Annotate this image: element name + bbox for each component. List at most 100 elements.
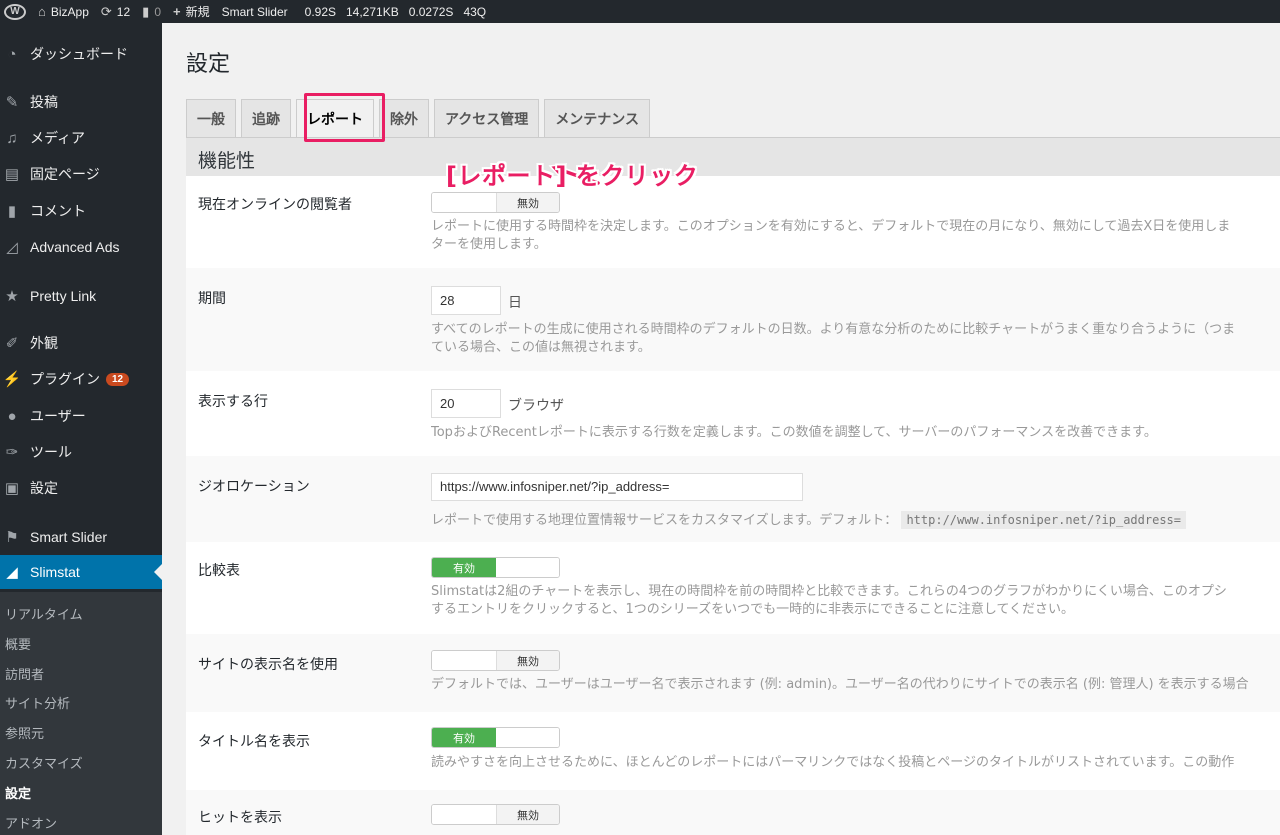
tab-general[interactable]: 一般 xyxy=(186,99,236,137)
tab-access-control[interactable]: アクセス管理 xyxy=(434,99,540,137)
sidebar-item-posts[interactable]: ✎ 投稿 xyxy=(0,85,162,119)
sidebar-item-label: 設定 xyxy=(30,480,58,496)
tab-maintenance[interactable]: メンテナンス xyxy=(544,99,651,137)
tab-exclusions[interactable]: 除外 xyxy=(379,99,429,137)
desc-line: ターを使用します。 xyxy=(431,237,547,252)
sidebar-item-label: ユーザー xyxy=(30,408,86,424)
sidebar-item-slimstat[interactable]: ◢ Slimstat xyxy=(0,555,162,589)
site-display-name-toggle[interactable]: 無効 xyxy=(431,650,560,671)
updates-link[interactable]: ⟳ 12 xyxy=(95,0,136,23)
sidebar-item-label: Slimstat xyxy=(30,564,80,580)
sidebar-item-appearance[interactable]: ✐ 外観 xyxy=(0,326,162,360)
stat-query-time: 0.0272s xyxy=(408,4,454,19)
plus-icon: + xyxy=(173,4,181,19)
desc-text: レポートで使用する地理位置情報サービスをカスタマイズします。デフォルト： xyxy=(431,513,898,528)
home-icon: ⌂ xyxy=(38,4,46,19)
submenu-item-customize[interactable]: カスタマイズ xyxy=(5,753,83,772)
comment-icon: ▮ xyxy=(142,3,150,19)
sidebar-item-label: ダッシュボード xyxy=(30,46,128,62)
slimstat-submenu: リアルタイム 概要 訪問者 サイト分析 参照元 カスタマイズ 設定 アドオン xyxy=(0,592,162,835)
sidebar-item-pretty-link[interactable]: ★ Pretty Link xyxy=(0,279,162,313)
show-hits-toggle[interactable]: 無効 xyxy=(431,804,560,825)
sidebar-item-dashboard[interactable]: ◔ ダッシュボード xyxy=(0,37,162,71)
site-name-link[interactable]: ⌂ BizApp xyxy=(32,0,95,23)
setting-description: デフォルトでは、ユーザーはユーザー名で表示されます (例: admin)。ユーザ… xyxy=(431,677,1249,692)
submenu-item-visitors[interactable]: 訪問者 xyxy=(5,664,44,683)
slimstat-icon: ◢ xyxy=(6,564,18,581)
wordpress-logo[interactable]: W xyxy=(0,0,32,23)
toggle-state-label: 無効 xyxy=(496,193,559,212)
setting-label: サイトの表示名を使用 xyxy=(198,657,338,673)
setting-label: 現在オンラインの閲覧者 xyxy=(198,197,352,213)
toggle-handle xyxy=(432,651,496,670)
period-input[interactable]: 28 xyxy=(431,286,501,315)
admin-sidebar: ◔ ダッシュボード ✎ 投稿 ♫ メディア ▤ 固定ページ ▮ コメント ◿ A… xyxy=(0,23,162,835)
toggle-handle xyxy=(496,728,559,747)
chart-icon: ◿ xyxy=(6,239,18,256)
dashboard-icon: ◔ xyxy=(7,45,17,63)
slider-icon: ⚑ xyxy=(5,529,19,546)
geolocation-input[interactable]: https://www.infosniper.net/?ip_address= xyxy=(431,473,803,501)
stat-memory: 14,271kB xyxy=(346,4,399,19)
sidebar-item-label: 固定ページ xyxy=(30,166,100,182)
tab-highlight-box xyxy=(304,93,385,142)
sidebar-item-comments[interactable]: ▮ コメント xyxy=(0,194,162,228)
setting-description: すべてのレポートの生成に使用される時間枠のデフォルトの日数。より有意な分析のため… xyxy=(431,321,1280,357)
sidebar-item-tools[interactable]: ✑ ツール xyxy=(0,435,162,469)
admin-bar: W ⌂ BizApp ⟳ 12 ▮ 0 + 新規 Smart Slider 0.… xyxy=(0,0,1280,23)
setting-description: TopおよびRecentレポートに表示する行数を定義します。この数値を調整して、… xyxy=(431,425,1157,440)
comments-link[interactable]: ▮ 0 xyxy=(136,0,167,23)
settings-tabs: 一般 追跡 レポート 除外 アクセス管理 メンテナンス xyxy=(186,99,655,137)
submenu-item-overview[interactable]: 概要 xyxy=(5,634,31,653)
setting-label: 期間 xyxy=(198,291,226,307)
sidebar-item-label: コメント xyxy=(30,203,86,219)
sidebar-item-settings[interactable]: ▣ 設定 xyxy=(0,471,162,505)
sidebar-item-plugins[interactable]: ⚡ プラグイン 12 xyxy=(0,362,162,396)
new-content-link[interactable]: + 新規 xyxy=(167,0,216,23)
tab-tracking[interactable]: 追跡 xyxy=(241,99,291,137)
setting-label: 表示する行 xyxy=(198,394,268,410)
desc-line: するエントリをクリックすると、1つのシリーズをいつでも一時的に非表示にできること… xyxy=(431,602,1075,617)
submenu-item-referrers[interactable]: 参照元 xyxy=(5,723,44,742)
toggle-state-label: 無効 xyxy=(496,805,559,824)
new-label: 新規 xyxy=(185,5,210,19)
debug-stats[interactable]: 0.92s 14,271kB 0.0272s 43q xyxy=(294,0,497,23)
setting-description: 読みやすさを向上させるために、ほとんどのレポートにはパーマリンクではなく投稿とペ… xyxy=(431,755,1235,770)
sidebar-item-label: ツール xyxy=(30,444,72,460)
sidebar-item-users[interactable]: ● ユーザー xyxy=(0,399,162,433)
comparison-toggle[interactable]: 有効 xyxy=(431,557,560,578)
desc-line: ている場合、この値は無視されます。 xyxy=(431,340,651,355)
smart-slider-label: Smart Slider xyxy=(221,4,288,19)
desc-line: すべてのレポートの生成に使用される時間枠のデフォルトの日数。より有意な分析のため… xyxy=(431,322,1236,337)
sidebar-item-advanced-ads[interactable]: ◿ Advanced Ads xyxy=(0,230,162,264)
stat-time: 0.92s xyxy=(304,4,336,19)
smart-slider-link[interactable]: Smart Slider xyxy=(216,0,294,23)
setting-description: レポートで使用する地理位置情報サービスをカスタマイズします。デフォルト： htt… xyxy=(431,511,1280,530)
page-icon: ▤ xyxy=(4,166,20,183)
submenu-item-realtime[interactable]: リアルタイム xyxy=(5,604,83,623)
setting-description: レポートに使用する時間枠を決定します。このオプションを有効にすると、デフォルトで… xyxy=(431,218,1280,254)
setting-description: Slimstatは2組のチャートを表示し、現在の時間枠を前の時間枠と比較できます… xyxy=(431,583,1280,619)
sidebar-item-label: 外観 xyxy=(30,335,58,351)
sidebar-item-pages[interactable]: ▤ 固定ページ xyxy=(0,157,162,191)
link-star-icon: ★ xyxy=(5,288,19,305)
setting-row-site-display-name: サイトの表示名を使用 無効 デフォルトでは、ユーザーはユーザー名で表示されます … xyxy=(186,634,1280,712)
submenu-item-settings[interactable]: 設定 xyxy=(5,783,31,802)
setting-row-period: 期間 28 日 すべてのレポートの生成に使用される時間枠のデフォルトの日数。より… xyxy=(186,268,1280,371)
media-icon: ♫ xyxy=(6,129,18,147)
setting-row-show-title: タイトル名を表示 有効 読みやすさを向上させるために、ほとんどのレポートにはパー… xyxy=(186,712,1280,790)
sidebar-item-smart-slider[interactable]: ⚑ Smart Slider xyxy=(0,520,162,554)
online-visitors-toggle[interactable]: 無効 xyxy=(431,192,560,213)
plugins-update-badge: 12 xyxy=(106,372,130,386)
rows-unit: ブラウザ xyxy=(508,398,564,414)
setting-row-comparison-chart: 比較表 有効 Slimstatは2組のチャートを表示し、現在の時間枠を前の時間枠… xyxy=(186,542,1280,634)
submenu-item-site-analysis[interactable]: サイト分析 xyxy=(5,693,70,712)
rows-input[interactable]: 20 xyxy=(431,389,501,418)
annotation-callout: [レポート] をクリック xyxy=(446,162,699,190)
submenu-item-addons[interactable]: アドオン xyxy=(5,813,57,832)
section-header: 機能性 xyxy=(186,138,1280,176)
refresh-icon: ⟳ xyxy=(100,3,112,19)
sidebar-item-label: Pretty Link xyxy=(30,288,97,304)
show-title-toggle[interactable]: 有効 xyxy=(431,727,560,748)
sidebar-item-media[interactable]: ♫ メディア xyxy=(0,121,162,155)
